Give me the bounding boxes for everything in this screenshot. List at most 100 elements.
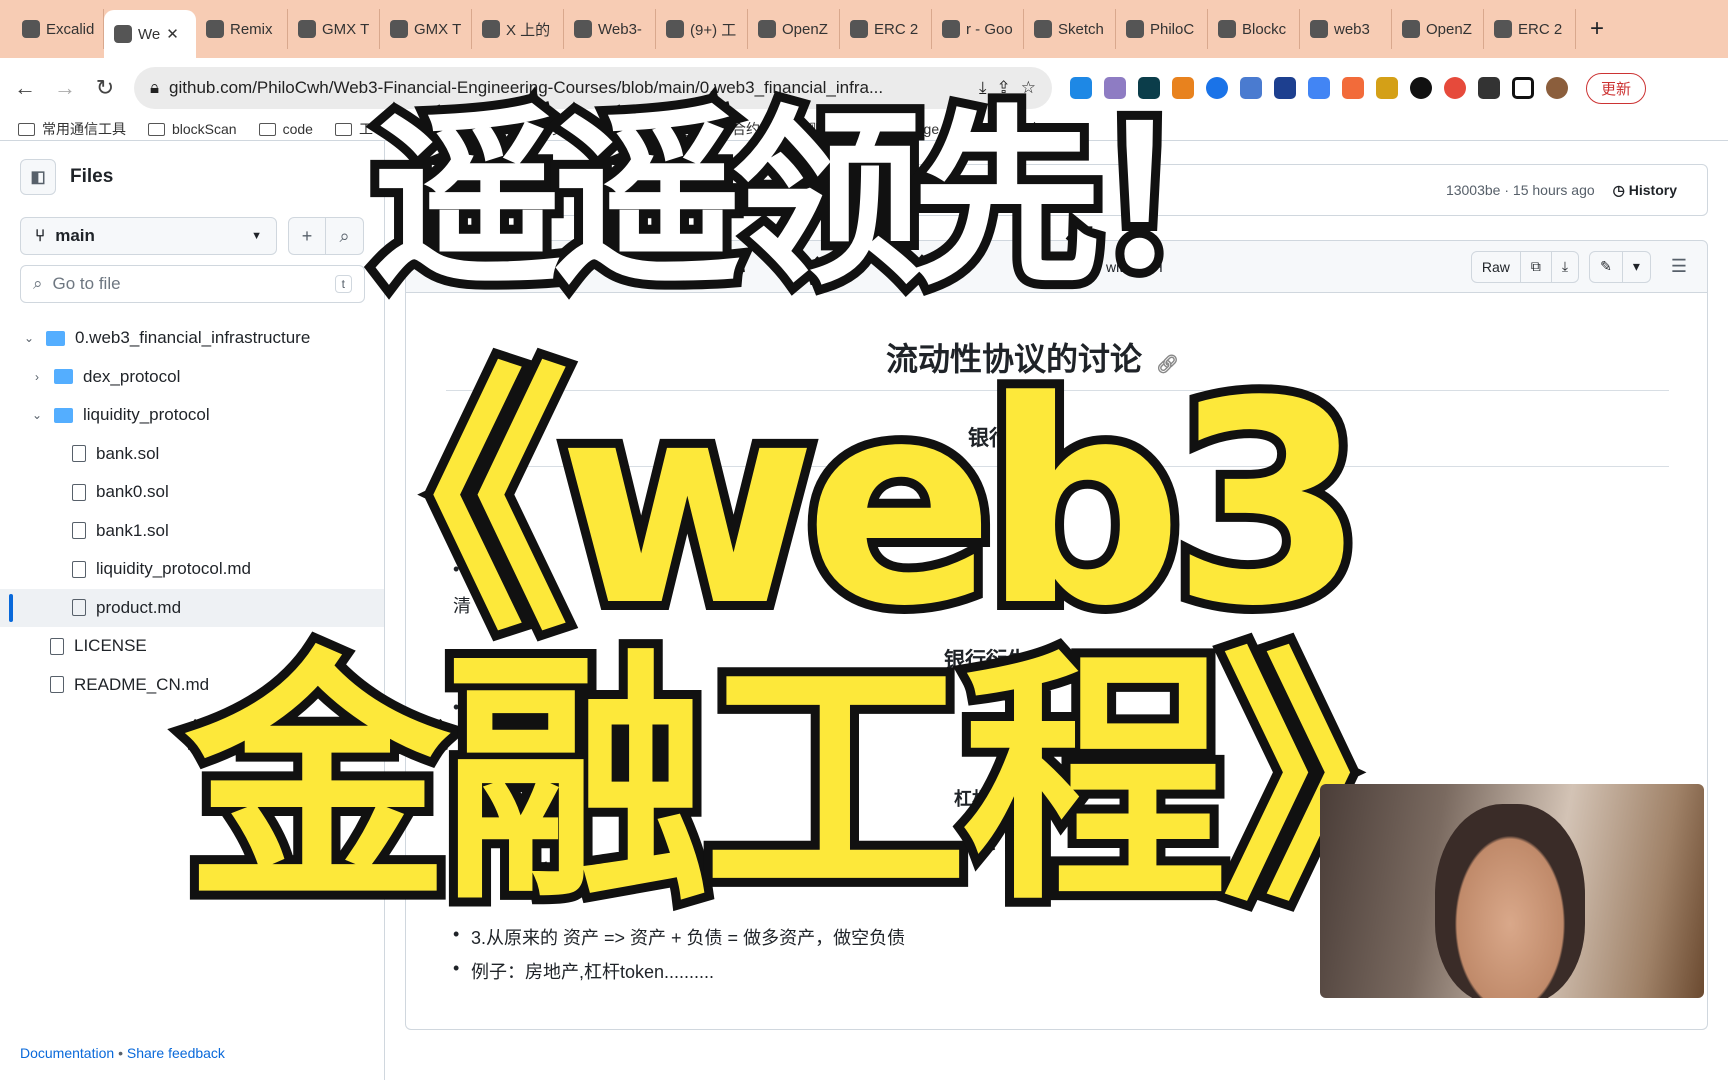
history-button[interactable]: ◷ History [1613, 182, 1677, 199]
browser-tab[interactable]: Sketch [1024, 9, 1116, 49]
presenter-face [1435, 804, 1585, 998]
bookmark[interactable]: code [258, 121, 313, 137]
google-icon [1218, 20, 1236, 38]
commit-time: 15 hours ago [1512, 182, 1595, 198]
outline-icon[interactable]: ☰ [1671, 256, 1687, 277]
chevron-down-icon[interactable]: ⌄ [22, 331, 36, 345]
github-icon [574, 20, 592, 38]
search-icon: ⌕ [33, 274, 43, 293]
browser-tab[interactable]: web3 [1300, 9, 1392, 49]
chevron-down-icon[interactable]: ⌄ [30, 408, 44, 422]
bookmark[interactable]: 常用通信工具 [18, 119, 126, 139]
browser-tab[interactable]: OpenZ [1392, 9, 1484, 49]
browser-tab[interactable]: (9+) 工 [656, 9, 748, 49]
browser-tab[interactable]: ERC 2 [1484, 9, 1576, 49]
overlay-title-line3: 金融工程》 [176, 628, 1495, 936]
commit-sha[interactable]: 13003be [1446, 182, 1501, 198]
browser-tab[interactable]: Excalid [12, 9, 104, 49]
browser-tab[interactable]: Web3- [564, 9, 656, 49]
chevron-down-icon: ▼ [251, 230, 262, 242]
github-icon [1126, 20, 1144, 38]
zeppelin-icon [850, 20, 868, 38]
extension-icon[interactable] [1410, 77, 1432, 99]
browser-tab[interactable]: r - Goo [932, 9, 1024, 49]
tab-label: web3 [1334, 20, 1370, 38]
folder-icon [334, 122, 352, 136]
share-feedback-link[interactable]: Share feedback [127, 1045, 225, 1061]
browser-tab[interactable]: Remix [196, 9, 288, 49]
search-button[interactable]: ⌕ [326, 217, 364, 255]
web3-icon [1310, 20, 1328, 38]
extension-icon[interactable] [1342, 77, 1364, 99]
new-tab-button[interactable]: + [1590, 15, 1604, 43]
translate-icon[interactable] [1308, 77, 1330, 99]
tab-label: Excalid [46, 20, 95, 38]
history-label: History [1628, 181, 1677, 198]
remix-icon [206, 20, 224, 38]
add-file-button[interactable]: + [288, 217, 326, 255]
folder-icon [54, 407, 73, 423]
tab-label: Sketch [1058, 20, 1104, 38]
openzeppelin-icon [1402, 20, 1420, 38]
close-icon[interactable]: ✕ [166, 25, 179, 43]
branch-select[interactable]: ⑂ main ▼ [20, 217, 277, 255]
tree-item-label: liquidity_protocol.md [96, 559, 251, 579]
tree-item-label: bank.sol [96, 443, 160, 463]
extension-icon[interactable] [1274, 77, 1296, 99]
browser-tab[interactable]: GMX T [380, 9, 472, 49]
browser-tab[interactable]: X 上的 [472, 9, 564, 49]
go-to-file-input[interactable]: ⌕ Go to file t [20, 265, 365, 303]
tab-label: GMX T [414, 20, 462, 38]
sketch-icon [1034, 20, 1052, 38]
puzzle-icon[interactable] [1478, 77, 1500, 99]
browser-tab[interactable]: ERC 2 [840, 9, 932, 49]
x-icon [482, 20, 500, 38]
chevron-right-icon[interactable]: › [30, 370, 44, 384]
raw-button[interactable]: Raw [1472, 251, 1521, 282]
extension-icon[interactable] [1444, 77, 1466, 99]
browser-tab[interactable]: PhiloC [1116, 9, 1208, 49]
update-button[interactable]: 更新 [1586, 72, 1647, 104]
branch-icon: ⑂ [35, 226, 46, 245]
forward-icon[interactable]: → [54, 75, 76, 101]
bookmark[interactable]: 工 [334, 119, 373, 139]
tab-label: GMX T [322, 20, 370, 38]
file-icon [72, 560, 86, 578]
tab-label: r - Goo [966, 20, 1013, 38]
list-item: 例子：房地产,杠杆token.......... [453, 958, 714, 984]
tab-label: X 上的 [506, 21, 551, 39]
browser-tab[interactable]: Blockc [1208, 9, 1300, 49]
avatar[interactable] [1546, 77, 1568, 99]
sidebar-footer: Documentation • Share feedback [20, 1045, 225, 1061]
tree-item-label: liquidity_protocol [83, 405, 210, 425]
notion-icon [390, 20, 408, 38]
browser-tab[interactable]: GMX T [288, 9, 380, 49]
folder-icon [258, 122, 276, 136]
copy-icon[interactable]: ⧉ [1521, 251, 1552, 282]
collapse-sidebar-icon[interactable]: ◧ [20, 159, 56, 195]
separator: · [1504, 182, 1510, 198]
reload-icon[interactable]: ↻ [94, 75, 116, 101]
chevron-down-icon[interactable]: ▾ [1623, 252, 1650, 282]
browser-tab[interactable]: We ✕ [104, 10, 196, 58]
back-icon[interactable]: ← [14, 75, 36, 101]
shortcut-key: t [334, 275, 352, 293]
tab-label: OpenZ [782, 20, 828, 38]
bookmark[interactable]: blockScan [148, 121, 237, 137]
edit-icon[interactable]: ✎ [1590, 251, 1623, 282]
files-header: ◧ Files [20, 159, 113, 195]
bookmark-label: code [282, 121, 313, 137]
documentation-link[interactable]: Documentation [20, 1045, 114, 1061]
tree-item-label: product.md [96, 597, 182, 617]
bookmark-label: 常用通信工具 [42, 121, 126, 137]
tab-label: (9+) 工 [690, 21, 737, 39]
extension-icon[interactable] [1376, 77, 1398, 99]
tree-item-label: bank1.sol [96, 520, 169, 540]
sidepanel-icon[interactable] [1512, 77, 1534, 99]
browser-tab[interactable]: OpenZ [748, 9, 840, 49]
download-icon[interactable]: ⤓ [1552, 252, 1578, 282]
tree-item-label: bank0.sol [96, 482, 169, 502]
webcam-overlay [1320, 784, 1704, 998]
tab-label: Remix [230, 20, 273, 38]
zeppelin-icon [1494, 20, 1512, 38]
